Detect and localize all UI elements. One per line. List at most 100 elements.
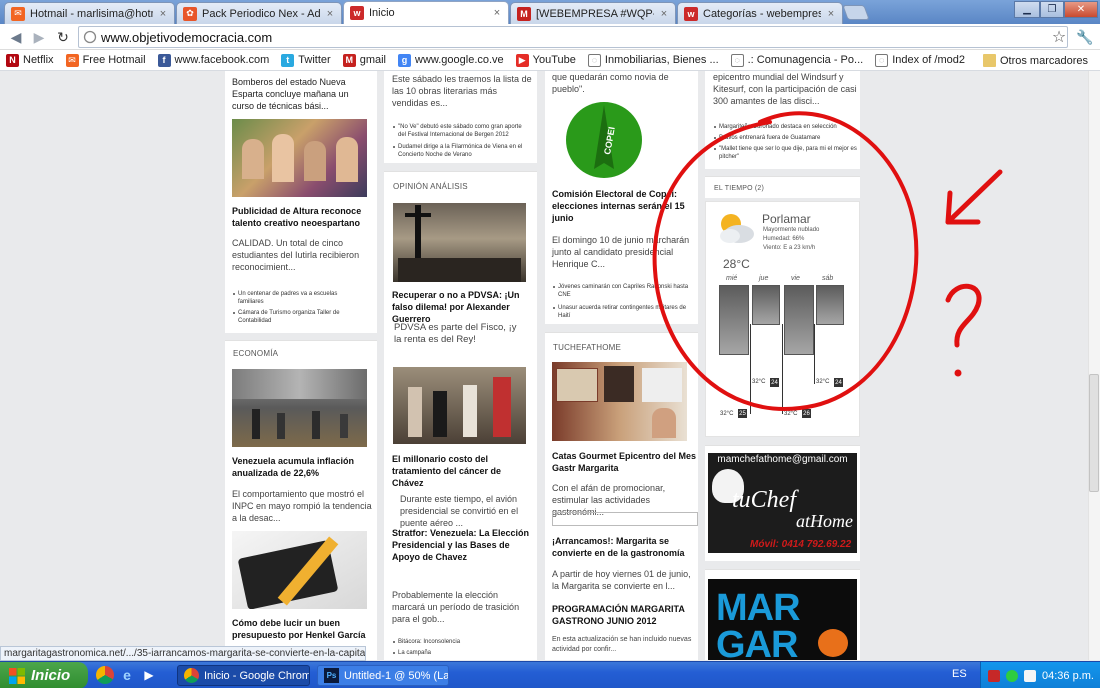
- chavez-photo[interactable]: [393, 367, 526, 444]
- related-link[interactable]: Cámara de Turismo organiza Taller de Con…: [233, 309, 363, 325]
- article-headline[interactable]: Recuperar o no a PDVSA: ¡Un falso dilema…: [392, 289, 534, 325]
- ie-quicklaunch-icon[interactable]: e: [118, 666, 136, 684]
- taskbar-item-chrome[interactable]: Inicio - Google Chrome: [177, 665, 310, 686]
- network-icon[interactable]: [1006, 669, 1019, 682]
- volume-icon[interactable]: [1024, 669, 1037, 682]
- article-teaser[interactable]: Este sábado les traemos la lista de las …: [392, 73, 532, 109]
- section-title[interactable]: OPINIÓN ANÁLISIS: [393, 182, 468, 191]
- related-link[interactable]: "Mallet tiene que ser lo que dije, para …: [714, 145, 857, 161]
- related-link[interactable]: Jóvenes caminarán con Capriles Radonski …: [553, 283, 696, 299]
- wrench-icon[interactable]: 🔧: [1076, 28, 1094, 46]
- section-title[interactable]: ECONOMÍA: [233, 349, 278, 358]
- start-button[interactable]: Inicio: [0, 662, 88, 688]
- related-link[interactable]: Dudamel dirige a la Filarmónica de Viena…: [393, 143, 530, 159]
- weather-wind: Viento: E a 23 km/h: [763, 245, 816, 251]
- bookmark-netflix[interactable]: N Netflix: [0, 53, 60, 67]
- calculator-photo[interactable]: [232, 531, 367, 609]
- reload-icon[interactable]: ↻: [54, 28, 72, 46]
- tuchefathome-ad[interactable]: mamchefathome@gmail.com tuChef atHome Mó…: [708, 453, 857, 553]
- article-headline[interactable]: Cómo debe lucir un buen presupuesto por …: [232, 617, 372, 641]
- section-title[interactable]: TUCHEFATHOME: [553, 343, 621, 352]
- close-icon[interactable]: ×: [325, 8, 335, 20]
- bookmark-free-hotmail[interactable]: ✉ Free Hotmail: [60, 53, 152, 67]
- section-title[interactable]: EL TIEMPO (2): [714, 185, 764, 192]
- chrome-quicklaunch-icon[interactable]: [96, 666, 114, 684]
- forecast-card[interactable]: [719, 285, 749, 355]
- scrollbar-thumb[interactable]: [1089, 374, 1099, 492]
- bookmark-twitter[interactable]: t Twitter: [275, 53, 336, 67]
- related-link[interactable]: Margariteño Coronado destaca en selecció…: [714, 123, 857, 131]
- bookmark-label: www.facebook.com: [174, 54, 270, 66]
- bookmark-youtube[interactable]: ▶ YouTube: [510, 53, 582, 67]
- article-headline[interactable]: ¡Arrancamos!: Margarita se convierte en …: [552, 535, 698, 559]
- tab-webempresa[interactable]: M [WEBEMPRESA #WQP-91736 ×: [510, 2, 676, 24]
- article-headline[interactable]: El millonario costo del tratamiento del …: [392, 453, 534, 489]
- article-headline[interactable]: Venezuela acumula inflación anualizada d…: [232, 455, 372, 479]
- article-teaser[interactable]: que quedarán como novia de pueblo".: [552, 71, 698, 95]
- forecast-day: jue: [759, 275, 769, 282]
- forecast-low: 24: [834, 378, 843, 387]
- article-headline[interactable]: Comisión Electoral de Copei: elecciones …: [552, 188, 698, 224]
- media-player-icon[interactable]: ▶: [140, 666, 158, 684]
- forecast-card[interactable]: [752, 285, 780, 325]
- minimize-button[interactable]: ▁: [1014, 1, 1040, 18]
- bookmark-google[interactable]: g www.google.co.ve: [392, 53, 510, 67]
- margarita-gastronomica-ad[interactable]: MAR GAR: [708, 579, 857, 660]
- close-icon[interactable]: ×: [492, 7, 502, 19]
- address-bar[interactable]: www.objetivodemocracia.com: [78, 26, 1068, 48]
- article-headline[interactable]: Publicidad de Altura reconoce talento cr…: [232, 205, 372, 229]
- start-label: Inicio: [31, 667, 71, 684]
- article-headline[interactable]: Catas Gourmet Epicentro del Mes Gastr Ma…: [552, 450, 698, 474]
- bookmark-gmail[interactable]: Mgmail: [337, 53, 392, 67]
- taskbar-item-label: Untitled-1 @ 50% (La...: [344, 669, 449, 682]
- article-headline[interactable]: Stratfor: Venezuela: La Elección Preside…: [392, 527, 534, 563]
- related-link[interactable]: La campaña: [393, 649, 530, 657]
- tab-hotmail[interactable]: ✉ Hotmail - marlisima@hotmail.co ×: [4, 2, 175, 24]
- related-link[interactable]: Un centenar de padres va a escuelas fami…: [233, 290, 363, 306]
- new-tab-button[interactable]: [842, 5, 870, 20]
- tab-inicio[interactable]: w Inicio ×: [343, 1, 509, 24]
- other-bookmarks-button[interactable]: Otros marcadores: [977, 50, 1094, 71]
- site-icon: w: [684, 6, 698, 21]
- article-teaser[interactable]: epicentro mundial del Windsurf y Kitesur…: [713, 71, 858, 107]
- close-icon[interactable]: ×: [659, 8, 669, 20]
- forecast-card[interactable]: [784, 285, 814, 355]
- forward-icon[interactable]: ▶: [30, 28, 48, 46]
- search-input[interactable]: [552, 512, 698, 526]
- tab-title: Hotmail - marlisima@hotmail.co: [30, 7, 153, 20]
- tab-categorias[interactable]: w Categorías - webempresa joor ×: [677, 2, 843, 24]
- star-icon[interactable]: ☆: [1050, 28, 1068, 46]
- close-icon[interactable]: ×: [826, 8, 836, 20]
- related-link[interactable]: Bravos entrenará fuera de Guatamare: [714, 134, 857, 142]
- article-teaser[interactable]: Bomberos del estado Nueva Esparta conclu…: [232, 76, 372, 112]
- copei-logo[interactable]: COPEI: [552, 99, 656, 181]
- taskbar-item-photoshop[interactable]: Ps Untitled-1 @ 50% (La...: [317, 665, 449, 686]
- article-headline[interactable]: PROGRAMACIÓN MARGARITA GASTRONO JUNIO 20…: [552, 603, 698, 627]
- language-indicator[interactable]: ES: [952, 668, 967, 680]
- bookmark-facebook[interactable]: f www.facebook.com: [152, 53, 276, 67]
- bookmark-comunagencia[interactable]: ◌.: Comunagencia - Po...: [725, 53, 870, 67]
- street-photo[interactable]: [232, 369, 367, 447]
- related-link[interactable]: Bitácora: Inconsolencia: [393, 638, 530, 646]
- back-icon[interactable]: ◀: [7, 28, 25, 46]
- oil-rig-photo[interactable]: [393, 203, 526, 282]
- tab-pack-periodico[interactable]: ✿ Pack Periodico Nex - Administ ×: [176, 2, 342, 24]
- close-window-button[interactable]: ✕: [1064, 1, 1098, 18]
- students-photo[interactable]: [232, 119, 367, 197]
- catas-gourmet-photo[interactable]: [552, 362, 687, 441]
- site-icon: w: [350, 6, 364, 20]
- vertical-scrollbar[interactable]: [1088, 71, 1100, 660]
- close-icon[interactable]: ×: [158, 8, 168, 20]
- forecast-card[interactable]: [816, 285, 844, 325]
- maximize-button[interactable]: ❐: [1040, 1, 1064, 18]
- forecast-high: 32°C: [816, 379, 830, 385]
- ati-icon[interactable]: [988, 669, 1001, 682]
- bookmark-index-mod2[interactable]: ◌ Index of /mod2: [869, 53, 971, 67]
- clock[interactable]: 04:36 p.m.: [1042, 670, 1094, 682]
- related-link[interactable]: "No Ve" debutó este sábado como gran apo…: [393, 123, 530, 139]
- column-2-top: Este sábado les traemos la lista de las …: [384, 71, 537, 163]
- related-link[interactable]: Unasur acuerda retirar contingentes mili…: [553, 304, 696, 320]
- bookmarks-bar: N Netflix ✉ Free Hotmail f www.facebook.com…: [0, 50, 1100, 71]
- photoshop-icon: Ps: [324, 668, 339, 683]
- bookmark-inmobiliarias[interactable]: ◌ Inmobiliarias, Bienes ...: [582, 53, 725, 67]
